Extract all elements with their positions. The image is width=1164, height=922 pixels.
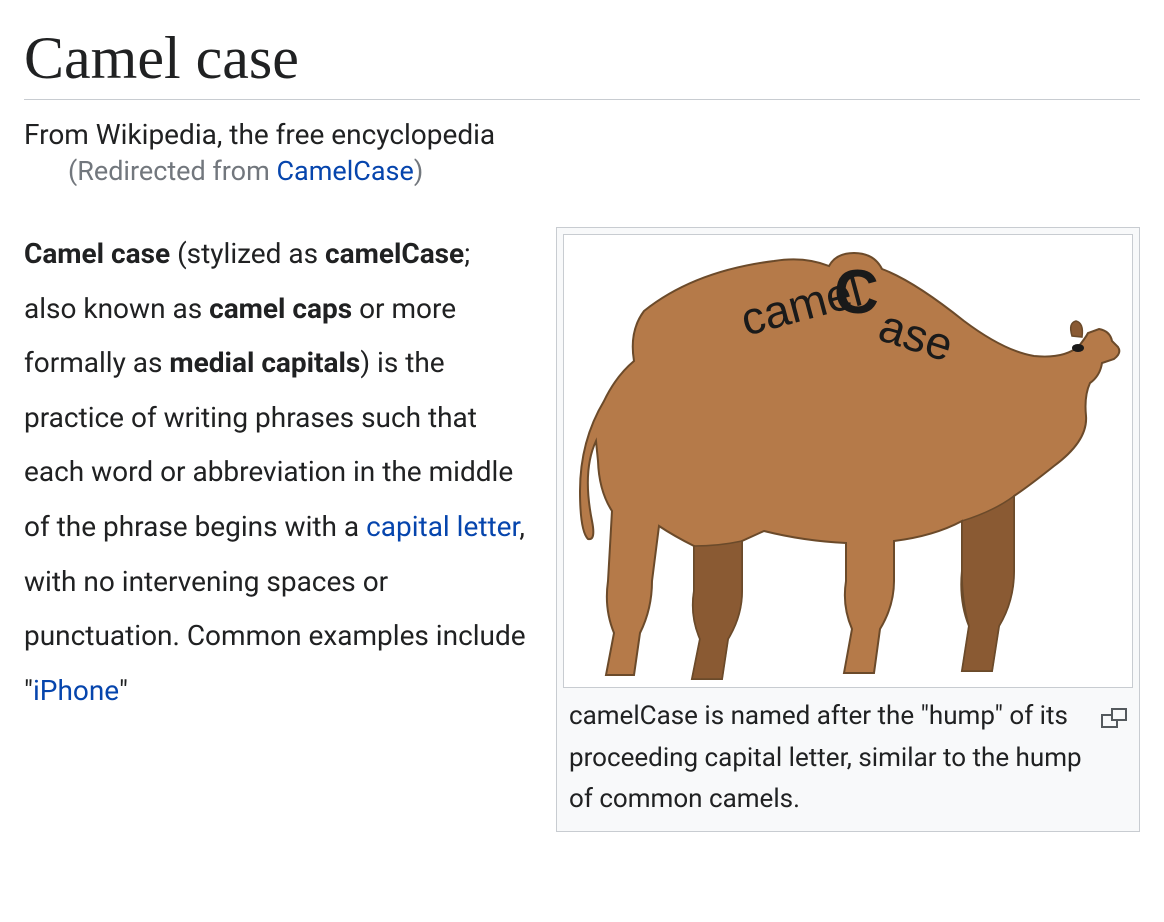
bold-term-2: camelCase: [325, 237, 464, 270]
article-paragraph: Camel case (stylized as camelCase; also …: [24, 227, 526, 718]
infobox: camel C ase camelCase is named after the…: [556, 227, 1140, 832]
camel-illustration: camel C ase: [574, 241, 1122, 685]
infobox-image[interactable]: camel C ase: [563, 234, 1133, 688]
bold-term-1: Camel case: [24, 237, 170, 270]
redirect-notice: (Redirected from CamelCase): [68, 155, 1140, 187]
infobox-caption: camelCase is named after the "hump" of i…: [569, 696, 1091, 821]
link-iphone[interactable]: iPhone: [33, 674, 119, 707]
text-6: ": [119, 674, 128, 707]
redirect-link[interactable]: CamelCase: [276, 155, 413, 187]
redirect-suffix: ): [414, 155, 423, 187]
redirect-prefix: (Redirected from: [68, 155, 276, 187]
page-title: Camel case: [24, 24, 1140, 100]
enlarge-icon[interactable]: [1101, 700, 1127, 742]
page-subtitle: From Wikipedia, the free encyclopedia: [24, 118, 1140, 151]
bold-term-4: medial capitals: [169, 346, 360, 379]
link-capital-letter[interactable]: capital letter: [366, 510, 519, 543]
image-text-c: C: [834, 258, 879, 327]
text-1: (stylized as: [170, 237, 325, 270]
bold-term-3: camel caps: [209, 292, 352, 325]
